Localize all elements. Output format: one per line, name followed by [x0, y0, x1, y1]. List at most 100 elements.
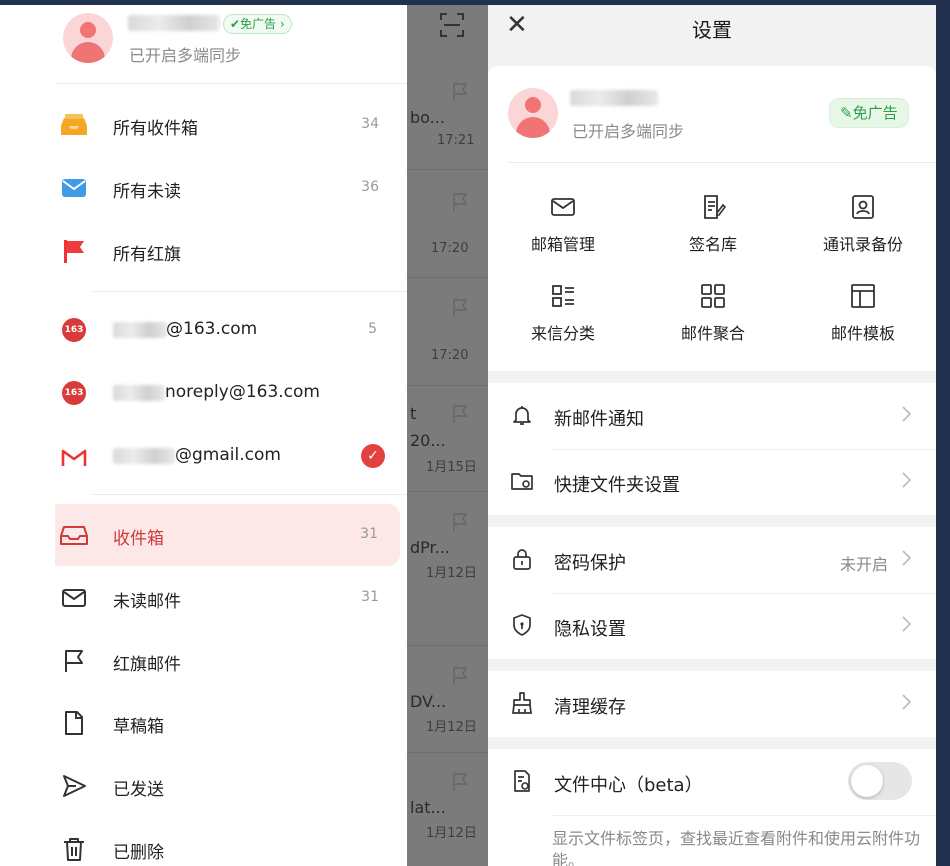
- flag-icon[interactable]: [451, 192, 469, 212]
- account-address: @gmail.com: [175, 445, 281, 465]
- blurred-username: [570, 90, 658, 106]
- nav-label: 草稿箱: [113, 717, 164, 737]
- row-privacy[interactable]: 隐私设置: [488, 593, 936, 659]
- broom-icon: [512, 692, 532, 714]
- mail-snippet: dPr...: [410, 538, 450, 557]
- contacts-backup-icon: [852, 195, 874, 219]
- settings-group-cache: 清理缓存: [488, 671, 936, 737]
- mail-snippet: bo...: [410, 108, 445, 127]
- chevron-right-icon: [902, 472, 912, 488]
- divider: [55, 83, 407, 84]
- grid-label: 来信分类: [530, 324, 595, 343]
- mail-time: 17:20: [431, 241, 469, 256]
- divider: [92, 291, 407, 292]
- window-edge: [936, 0, 950, 866]
- sync-status: 已开启多端同步: [572, 122, 685, 141]
- flag-icon[interactable]: [451, 512, 469, 532]
- scan-icon[interactable]: [439, 12, 465, 38]
- nav-all-flagged[interactable]: 所有红旗: [0, 220, 407, 282]
- mail-snippet: t: [410, 404, 417, 423]
- inbox-icon: [60, 526, 88, 545]
- lock-icon: [513, 549, 531, 570]
- chevron-right-icon: [902, 406, 912, 422]
- nav-inbox[interactable]: 收件箱 31: [55, 504, 400, 566]
- folder-settings-icon: [511, 473, 533, 490]
- nav-all-unread[interactable]: 所有未读 36: [0, 157, 407, 219]
- mail-time: 1月15日: [426, 460, 477, 475]
- nav-label: 红旗邮件: [113, 655, 181, 675]
- grid-mail-manage[interactable]: 邮箱管理: [488, 193, 638, 255]
- grid-signature[interactable]: 签名库: [638, 193, 788, 255]
- avatar[interactable]: [508, 88, 558, 138]
- grid-aggregate[interactable]: 邮件聚合: [638, 282, 788, 344]
- envelope-icon: [62, 179, 86, 197]
- nav-drafts[interactable]: 草稿箱: [0, 692, 407, 754]
- aggregate-icon: [701, 284, 725, 308]
- account-address: noreply@163.com: [165, 382, 320, 402]
- leaf-icon: ✎: [840, 104, 853, 122]
- 163-logo-icon: 163: [62, 381, 86, 405]
- file-center-description: 显示文件标签页，查找最近查看附件和使用云附件功能。: [552, 829, 921, 866]
- nav-flagged[interactable]: 红旗邮件: [0, 630, 407, 692]
- grid-label: 邮箱管理: [530, 235, 595, 254]
- nav-label: 收件箱: [113, 529, 164, 549]
- ad-free-badge[interactable]: ✔免广告 ›: [223, 14, 292, 34]
- ad-free-badge[interactable]: ✎免广告: [829, 98, 909, 128]
- blurred-username: [128, 15, 220, 31]
- grid-contacts-backup[interactable]: 通讯录备份: [788, 193, 938, 255]
- row-label: 清理缓存: [554, 697, 626, 718]
- status-bar: [0, 0, 950, 5]
- nav-label: 所有收件箱: [113, 119, 198, 139]
- account-163-primary[interactable]: 163 @163.com 5: [0, 299, 407, 361]
- flag-outline-icon: [65, 650, 83, 672]
- row-label: 隐私设置: [554, 619, 626, 640]
- file-center-toggle[interactable]: [848, 762, 912, 800]
- grid-label: 邮件聚合: [680, 324, 745, 343]
- envelope-outline-icon: [62, 589, 86, 607]
- flag-icon[interactable]: [451, 404, 469, 424]
- row-quick-folder[interactable]: 快捷文件夹设置: [488, 449, 936, 515]
- ad-free-label: 免广告: [852, 104, 898, 122]
- row-clear-cache[interactable]: 清理缓存: [488, 671, 936, 737]
- settings-group-security: 密码保护 未开启 隐私设置: [488, 527, 936, 659]
- nav-unread[interactable]: 未读邮件 31: [0, 567, 407, 629]
- mail-time: 1月12日: [426, 566, 477, 581]
- selected-check-icon: ✓: [361, 444, 385, 468]
- chevron-right-icon: [902, 550, 912, 566]
- settings-screen: ✕ 设置 已开启多端同步 ✎免广告 邮箱管理 签名库 通讯录备份 来信分类 邮件…: [488, 0, 950, 866]
- blurred-account: [113, 385, 165, 401]
- divider: [92, 494, 407, 495]
- nav-label: 所有未读: [113, 182, 181, 202]
- nav-trash[interactable]: 已删除: [0, 818, 407, 866]
- nav-all-inboxes[interactable]: 所有收件箱 34: [0, 94, 407, 156]
- inbox-stack-icon: [61, 114, 87, 135]
- page-title: 设置: [692, 18, 732, 42]
- mail-snippet: 20...: [410, 431, 446, 450]
- mail-time: 17:20: [431, 348, 469, 363]
- trash-icon: [64, 838, 84, 861]
- grid-label: 签名库: [688, 235, 737, 254]
- row-label: 新邮件通知: [554, 409, 644, 430]
- flag-icon[interactable]: [451, 82, 469, 102]
- nav-count: 31: [361, 589, 379, 605]
- classify-icon: [552, 285, 574, 307]
- row-new-mail-notify[interactable]: 新邮件通知: [488, 383, 936, 449]
- shield-icon: [513, 614, 531, 636]
- app-screen: ✔免广告 › 已开启多端同步 所有收件箱 34 所有未读 36 所有红旗 163…: [0, 0, 950, 866]
- account-count: 5: [368, 321, 377, 337]
- grid-template[interactable]: 邮件模板: [788, 282, 938, 344]
- avatar[interactable]: [63, 13, 113, 63]
- flag-icon[interactable]: [451, 666, 469, 686]
- mail-time: 17:21: [437, 133, 475, 148]
- 163-logo-icon: 163: [62, 318, 86, 342]
- grid-classify[interactable]: 来信分类: [488, 282, 638, 344]
- template-icon: [851, 284, 875, 308]
- flag-icon[interactable]: [451, 298, 469, 318]
- nav-sent[interactable]: 已发送: [0, 755, 407, 817]
- row-password-protect[interactable]: 密码保护 未开启: [488, 527, 936, 593]
- account-163-noreply[interactable]: 163 noreply@163.com: [0, 362, 407, 424]
- sync-status: 已开启多端同步: [129, 46, 242, 65]
- flag-icon[interactable]: [451, 772, 469, 792]
- account-gmail[interactable]: @gmail.com ✓: [0, 425, 407, 487]
- row-value: 未开启: [839, 555, 888, 574]
